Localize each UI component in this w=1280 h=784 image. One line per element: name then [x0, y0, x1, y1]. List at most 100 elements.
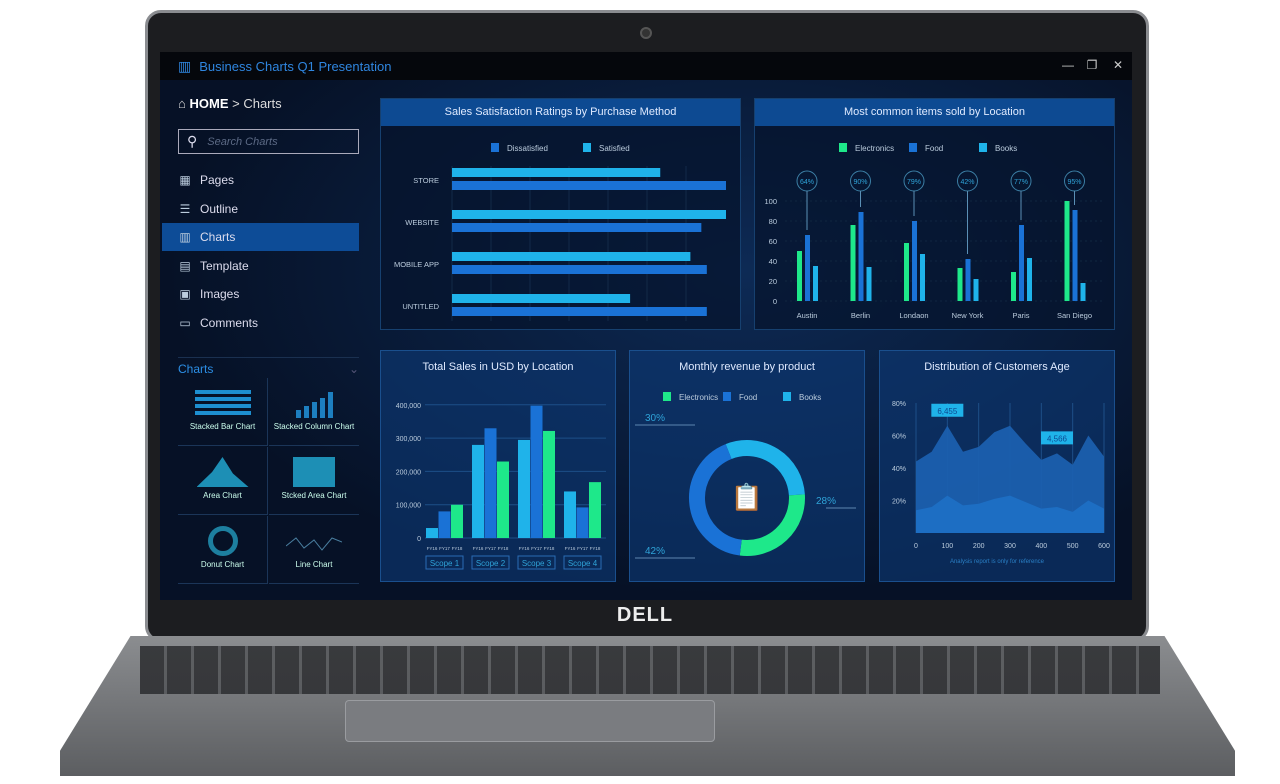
legend-label: Books	[799, 393, 821, 402]
sidebar-item-comments[interactable]: ▭ Comments	[162, 309, 359, 337]
sidebar-item-template[interactable]: ▤ Template	[162, 252, 359, 280]
bar-satisfied	[452, 294, 631, 303]
annotation-label: 90%	[853, 179, 867, 186]
category-label: MOBILE APP	[394, 260, 439, 269]
panel-monthly-revenue: Monthly revenue by product Electronics Fo…	[629, 350, 865, 582]
bar-books	[1027, 258, 1032, 301]
bar-electronics	[904, 243, 909, 301]
y-tick-label: 60%	[892, 434, 906, 441]
revenue-donut: Electronics Food Books 30% 28% 42% 📋	[635, 392, 856, 559]
chart-tile-label: Area Chart	[203, 491, 242, 500]
fy-label: FY17	[485, 546, 496, 551]
sidebar-item-charts[interactable]: ▥ Charts	[162, 223, 359, 252]
app-window: ▥ Business Charts Q1 Presentation — ❐ ✕ …	[160, 52, 1132, 600]
sidebar-item-label: Comments	[200, 316, 259, 330]
fy-label: FY17	[531, 546, 542, 551]
chart-tile[interactable]: Area Chart	[178, 447, 268, 515]
chart-tile-label: Stacked Column Chart	[273, 422, 355, 431]
breadcrumb-current: Charts	[243, 96, 282, 111]
chart-title: Sales Satisfaction Ratings by Purchase M…	[381, 99, 740, 126]
legend-swatch	[723, 392, 731, 401]
bar-fy16	[564, 491, 576, 538]
category-label: Austin	[797, 311, 818, 320]
y-tick-label: 0	[773, 297, 777, 306]
y-tick-label: 40	[769, 257, 777, 266]
sidebar-item-label: Outline	[200, 201, 239, 216]
restore-button[interactable]: ❐	[1082, 58, 1102, 72]
satisfaction-chart: Dissatisfied Satisfied STORE WEBSITE MOBILE …	[394, 143, 726, 321]
chart-thumbnail-icon	[178, 447, 267, 491]
bar-books	[920, 254, 925, 301]
legend-swatch	[839, 143, 847, 152]
chart-tile[interactable]: Line Chart	[269, 516, 359, 584]
brand-logo: DELL	[616, 604, 674, 626]
panel-total-sales: Total Sales in USD by Location 0 100,000 2…	[380, 350, 616, 582]
panel-items-by-location: Most common items sold by Location Elect…	[754, 98, 1115, 330]
bar-books	[866, 267, 872, 301]
chart-thumbnail-icon	[269, 447, 359, 491]
scope-label: Scope 4	[568, 559, 598, 568]
bar-books	[813, 266, 818, 301]
chart-title: Monthly revenue by product	[679, 361, 815, 373]
chart-tile[interactable]: Stacked Column Chart	[269, 378, 359, 446]
bar-dissatisfied	[452, 307, 707, 316]
category-label: San Diego	[1057, 311, 1092, 320]
close-button[interactable]: ✕	[1108, 58, 1128, 72]
fy-label: FY16	[519, 546, 530, 551]
search-input[interactable]: ⚲ Search Charts	[178, 129, 359, 154]
fy-label: FY18	[498, 546, 509, 551]
breadcrumb-separator: >	[232, 96, 240, 111]
bar-fy17	[576, 507, 589, 538]
sidebar-item-label: Charts	[200, 230, 236, 245]
webcam	[640, 27, 652, 39]
y-tick-label: 40%	[892, 466, 906, 473]
y-tick-label: 80	[769, 217, 777, 226]
sidebar-item-label: Images	[200, 287, 240, 302]
category-label: New York	[952, 311, 984, 320]
bar-dissatisfied	[452, 223, 702, 232]
slice-label: 30%	[645, 413, 665, 424]
chart-title: Most common items sold by Location	[755, 99, 1114, 126]
bar-food	[1019, 225, 1024, 301]
bar-fy16	[472, 444, 484, 538]
bar-dissatisfied	[452, 265, 707, 274]
category-label: Paris	[1012, 311, 1029, 320]
bar-fy17	[484, 428, 497, 538]
legend-label: Electronics	[855, 144, 894, 153]
home-icon: ⌂	[178, 96, 186, 111]
bar-fy17	[530, 405, 543, 538]
breadcrumb-home[interactable]: HOME	[189, 96, 228, 111]
chart-tile[interactable]: Donut Chart	[178, 516, 268, 584]
legend-swatch	[663, 392, 671, 401]
bar-fy16	[426, 528, 438, 538]
bar-food	[965, 259, 971, 301]
legend-label: Electronics	[679, 393, 718, 402]
legend-swatch	[583, 143, 591, 152]
bar-satisfied	[452, 168, 661, 177]
minimize-button[interactable]: —	[1058, 58, 1078, 72]
footnote: Analysis report is only for reference	[950, 559, 1045, 565]
chart-tile[interactable]: Stcked Area Chart	[269, 447, 359, 515]
chart-title: Distribution of Customers Age	[924, 361, 1070, 373]
legend-label: Food	[925, 144, 943, 153]
bar-chart-icon: ▥	[179, 230, 191, 245]
keyboard	[140, 646, 1160, 694]
sidebar-item-pages[interactable]: ▦ Pages	[162, 166, 359, 194]
scope-label: Scope 2	[476, 559, 506, 568]
sidebar-item-images[interactable]: ▣ Images	[162, 280, 359, 308]
window-title: Business Charts Q1 Presentation	[199, 58, 392, 74]
image-icon: ▣	[179, 287, 191, 302]
y-tick-label: 0	[417, 536, 421, 543]
legend-label: Dissatisfied	[507, 144, 548, 153]
charts-section-header[interactable]: Charts ⌄	[178, 357, 359, 376]
bar-food	[1072, 210, 1078, 301]
chart-tile[interactable]: Stacked Bar Chart	[178, 378, 268, 446]
bar-satisfied	[452, 252, 691, 261]
category-label: Londaon	[899, 311, 928, 320]
legend-swatch	[979, 143, 987, 152]
annotation-label: 42%	[960, 179, 974, 186]
y-tick-label: 80%	[892, 401, 906, 408]
bar-electronics	[957, 268, 963, 301]
sidebar-item-outline[interactable]: ☰ Outline	[162, 195, 359, 223]
x-tick-label: 300	[1004, 543, 1016, 550]
